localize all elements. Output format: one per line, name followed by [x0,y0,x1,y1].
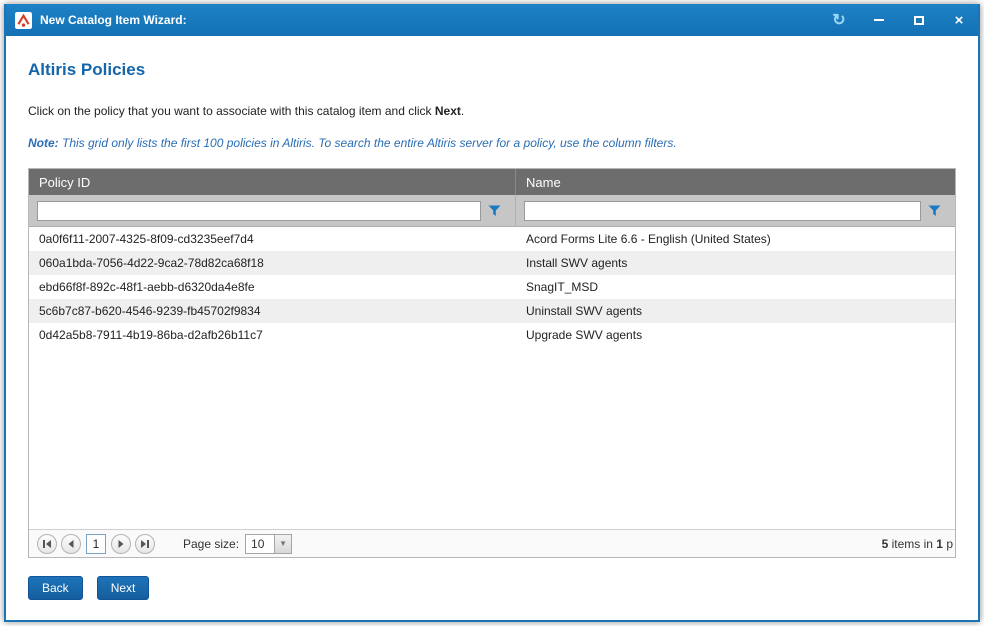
next-button[interactable]: Next [97,576,150,600]
page-title: Altiris Policies [28,60,956,80]
name-cell[interactable]: Acord Forms Lite 6.6 - English (United S… [516,227,955,251]
prev-page-button[interactable] [61,534,81,554]
page-size-value: 10 [246,535,274,553]
table-row[interactable]: 060a1bda-7056-4d22-9ca2-78d82ca68f18Inst… [29,251,955,275]
page-size-label: Page size: [183,537,239,551]
instruction-text: Click on the policy that you want to ass… [28,104,956,118]
note-text: Note: This grid only lists the first 100… [28,136,956,150]
policy-id-cell[interactable]: 0d42a5b8-7911-4b19-86ba-d2afb26b11c7 [29,323,516,347]
policy-id-cell[interactable]: 5c6b7c87-b620-4546-9239-fb45702f9834 [29,299,516,323]
instruction-next-word: Next [435,104,461,118]
next-page-button[interactable] [111,534,131,554]
footer-buttons: Back Next [28,576,956,600]
close-button[interactable]: × [950,11,968,29]
wizard-window: New Catalog Item Wizard: ↻ × Altiris Pol… [4,4,980,622]
pages-text: p [943,537,953,551]
name-filter-cell [516,195,955,226]
policy-id-filter-input[interactable] [37,201,481,221]
window-title: New Catalog Item Wizard: [40,13,187,27]
back-button[interactable]: Back [28,576,83,600]
name-cell[interactable]: Upgrade SWV agents [516,323,955,347]
filter-row [29,195,955,227]
first-page-button[interactable] [37,534,57,554]
policy-id-filter-cell [29,195,516,226]
pager: 1 Page size: 10 ▼ 5 items in 1 p [29,529,955,557]
app-icon [14,11,32,29]
wizard-content: Altiris Policies Click on the policy tha… [6,36,978,620]
name-filter-funnel-icon[interactable] [921,200,947,222]
grid-header: Policy ID Name [29,169,955,195]
note-label: Note: [28,136,59,150]
column-header-name[interactable]: Name [516,169,955,195]
policy-id-cell[interactable]: 0a0f6f11-2007-4325-8f09-cd3235eef7d4 [29,227,516,251]
name-cell[interactable]: Uninstall SWV agents [516,299,955,323]
name-cell[interactable]: SnagIT_MSD [516,275,955,299]
policy-id-cell[interactable]: ebd66f8f-892c-48f1-aebb-d6320da4e8fe [29,275,516,299]
chevron-down-icon[interactable]: ▼ [274,535,291,553]
policies-grid: Policy ID Name 0a0f6f11-2007-4325-8 [28,168,956,558]
instruction-suffix: . [461,104,464,118]
minimize-button[interactable] [870,11,888,29]
name-filter-input[interactable] [524,201,921,221]
note-body: This grid only lists the first 100 polic… [59,136,677,150]
page-size-select[interactable]: 10 ▼ [245,534,292,554]
table-row[interactable]: ebd66f8f-892c-48f1-aebb-d6320da4e8feSnag… [29,275,955,299]
column-header-policy-id[interactable]: Policy ID [29,169,516,195]
refresh-icon[interactable]: ↻ [830,11,848,29]
instruction-prefix: Click on the policy that you want to ass… [28,104,435,118]
table-row[interactable]: 0d42a5b8-7911-4b19-86ba-d2afb26b11c7Upgr… [29,323,955,347]
items-summary: 5 items in 1 p [882,537,953,551]
name-cell[interactable]: Install SWV agents [516,251,955,275]
current-page-input[interactable]: 1 [86,534,106,554]
maximize-button[interactable] [910,11,928,29]
policy-id-cell[interactable]: 060a1bda-7056-4d22-9ca2-78d82ca68f18 [29,251,516,275]
titlebar[interactable]: New Catalog Item Wizard: ↻ × [6,4,978,36]
maximize-icon [914,16,924,25]
grid-body: 0a0f6f11-2007-4325-8f09-cd3235eef7d4Acor… [29,227,955,529]
pages-count: 1 [936,537,943,551]
table-row[interactable]: 0a0f6f11-2007-4325-8f09-cd3235eef7d4Acor… [29,227,955,251]
minimize-icon [874,19,884,21]
close-icon: × [955,13,964,28]
table-row[interactable]: 5c6b7c87-b620-4546-9239-fb45702f9834Unin… [29,299,955,323]
last-page-button[interactable] [135,534,155,554]
items-text: items in [888,537,936,551]
policy-id-filter-funnel-icon[interactable] [481,200,507,222]
